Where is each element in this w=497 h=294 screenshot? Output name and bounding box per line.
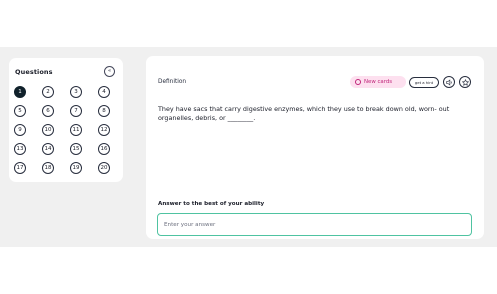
definition-text: They have sacs that carry digestive enzy… xyxy=(158,105,450,122)
question-button-5[interactable]: 5 xyxy=(14,105,26,117)
flashcard: Definition New cards get a hint They hav… xyxy=(146,56,484,239)
answer-input[interactable] xyxy=(157,213,472,236)
question-button-16[interactable]: 16 xyxy=(98,143,110,155)
question-button-10[interactable]: 10 xyxy=(42,124,54,136)
card-type-label: Definition xyxy=(158,79,187,85)
question-button-4[interactable]: 4 xyxy=(98,86,110,98)
question-button-11[interactable]: 11 xyxy=(70,124,82,136)
questions-title: Questions xyxy=(15,68,53,76)
question-button-19[interactable]: 19 xyxy=(70,162,82,174)
question-button-3[interactable]: 3 xyxy=(70,86,82,98)
question-button-13[interactable]: 13 xyxy=(14,143,26,155)
question-button-7[interactable]: 7 xyxy=(70,105,82,117)
badge-label: New cards xyxy=(364,79,393,85)
question-button-1[interactable]: 1 xyxy=(14,86,26,98)
questions-panel: Questions « 1 2 3 4 5 6 7 8 9 10 11 12 13 14 15 16 17 18 1… xyxy=(9,58,123,182)
question-button-8[interactable]: 8 xyxy=(98,105,110,117)
question-button-18[interactable]: 18 xyxy=(42,162,54,174)
question-button-17[interactable]: 17 xyxy=(14,162,26,174)
get-hint-button[interactable]: get a hint xyxy=(409,77,439,88)
new-cards-badge: New cards xyxy=(350,76,406,88)
question-button-20[interactable]: 20 xyxy=(98,162,110,174)
answer-label: Answer to the best of your ability xyxy=(158,201,265,207)
question-button-14[interactable]: 14 xyxy=(42,143,54,155)
question-button-6[interactable]: 6 xyxy=(42,105,54,117)
app-body: Questions « 1 2 3 4 5 6 7 8 9 10 11 12 13 14 15 16 17 18 1… xyxy=(0,47,497,247)
circle-icon xyxy=(355,79,361,85)
speaker-icon[interactable] xyxy=(443,76,455,88)
question-button-12[interactable]: 12 xyxy=(98,124,110,136)
question-button-2[interactable]: 2 xyxy=(42,86,54,98)
question-button-9[interactable]: 9 xyxy=(14,124,26,136)
star-icon[interactable] xyxy=(459,76,471,88)
question-button-15[interactable]: 15 xyxy=(70,143,82,155)
double-chevron-left-icon[interactable]: « xyxy=(104,66,115,77)
